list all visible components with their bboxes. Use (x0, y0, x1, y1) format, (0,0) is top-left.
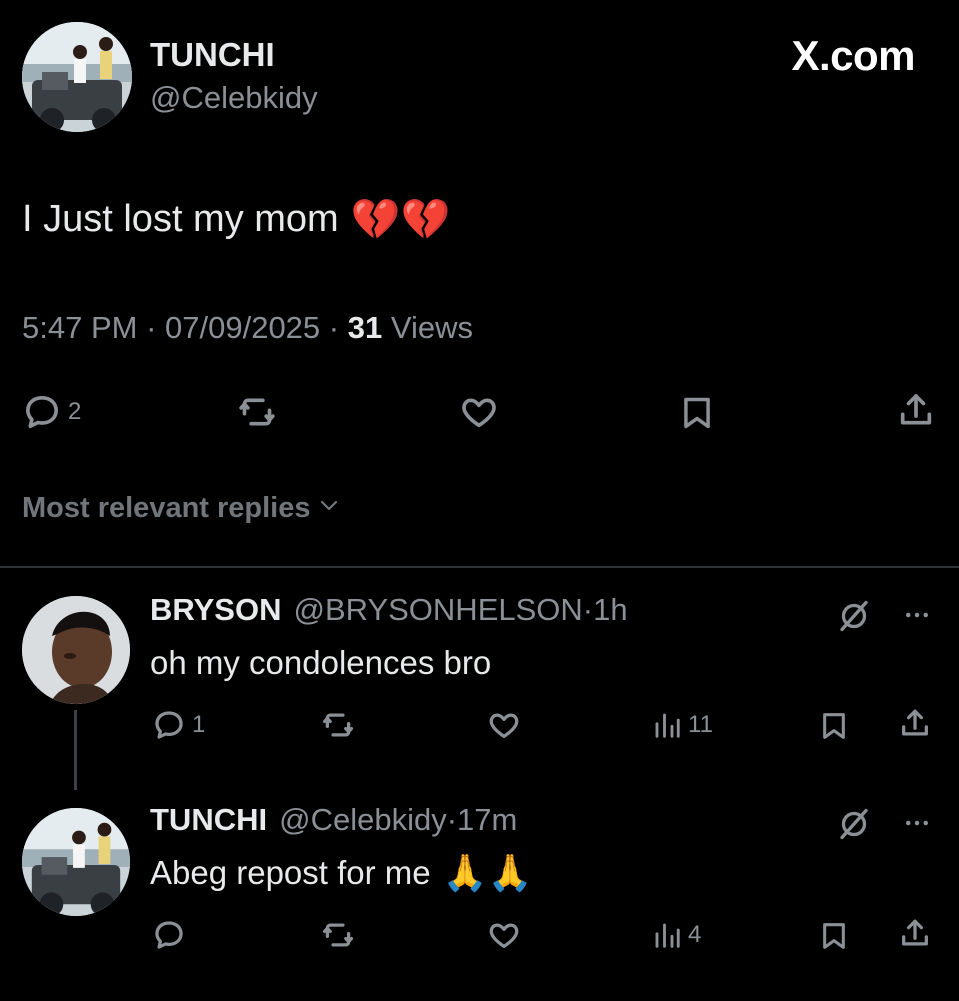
reply-like-button[interactable] (486, 918, 522, 952)
bookmark-icon (818, 708, 850, 744)
reply-button[interactable]: 2 (22, 392, 81, 432)
reply-reply-button[interactable] (152, 918, 186, 952)
retweet-icon (320, 918, 356, 952)
meta-separator: · (137, 310, 166, 345)
praying-hands-emoji: 🙏🙏 (442, 852, 533, 893)
grok-icon[interactable] (836, 598, 872, 639)
retweet-icon (320, 708, 356, 742)
views-label: Views (382, 310, 473, 345)
reply-share-button[interactable] (898, 916, 932, 952)
more-options-icon[interactable] (898, 808, 936, 843)
reply-separator: · (582, 592, 594, 627)
author-avatar[interactable] (22, 22, 132, 132)
retweet-icon (236, 392, 278, 432)
reply-count: 2 (68, 398, 82, 425)
views-count: 11 (688, 711, 713, 738)
share-icon (896, 390, 936, 432)
reply-bookmark-button[interactable] (818, 918, 850, 954)
thread-connector (74, 710, 77, 790)
bookmark-icon (678, 392, 716, 434)
reply-author-name[interactable]: TUNCHI (150, 802, 267, 838)
reply-reply-button[interactable]: 1 (152, 708, 205, 742)
reply-body: Abeg repost for me (150, 854, 431, 891)
reply-views[interactable]: 11 (652, 708, 713, 742)
tweet-date[interactable]: 07/09/2025 (165, 310, 320, 345)
meta-separator: · (320, 310, 348, 345)
tweet-text: I Just lost my mom 💔💔 (22, 196, 450, 243)
reply-author-handle[interactable]: @BRYSONHELSON (293, 592, 582, 628)
reply-time[interactable]: 17m (457, 802, 517, 838)
author-handle[interactable]: @Celebkidy (150, 80, 318, 116)
views-count: 31 (347, 310, 383, 345)
reply-icon (152, 708, 186, 742)
reply-icon (22, 392, 62, 432)
reply-avatar[interactable] (22, 808, 130, 916)
reply-avatar[interactable] (22, 596, 130, 704)
grok-icon[interactable] (836, 806, 872, 847)
replies-sort-label: Most relevant replies (22, 492, 311, 524)
reply-retweet-button[interactable] (320, 708, 356, 742)
reply-body: oh my condolences bro (150, 644, 492, 681)
share-icon (898, 706, 932, 742)
reply-time[interactable]: 1h (593, 592, 627, 628)
broken-heart-emoji: 💔💔 (350, 198, 451, 242)
reply-retweet-button[interactable] (320, 918, 356, 952)
like-button[interactable] (458, 392, 500, 432)
bookmark-icon (818, 918, 850, 954)
tweet-meta: 5:47 PM · 07/09/2025 · 31 Views (22, 310, 473, 346)
reply-text: Abeg repost for me 🙏🙏 (150, 852, 532, 894)
author-name[interactable]: TUNCHI (150, 36, 275, 74)
reply-author-handle[interactable]: @Celebkidy (279, 802, 447, 838)
views-count: 4 (688, 921, 702, 948)
bookmark-button[interactable] (678, 392, 716, 434)
reply-share-button[interactable] (898, 706, 932, 742)
reply-header: TUNCHI @Celebkidy · 17m (150, 802, 517, 838)
heart-icon (486, 708, 522, 742)
replies-sort-dropdown[interactable]: Most relevant replies (22, 492, 341, 525)
share-icon (898, 916, 932, 952)
reply-icon (152, 918, 186, 952)
reply-separator: · (446, 802, 458, 837)
retweet-button[interactable] (236, 392, 278, 432)
analytics-icon (652, 918, 682, 952)
reply-author-name[interactable]: BRYSON (150, 592, 281, 628)
share-button[interactable] (896, 390, 936, 432)
x-watermark: X.com (791, 32, 915, 79)
analytics-icon (652, 708, 682, 742)
more-options-icon[interactable] (898, 600, 936, 635)
reply-bookmark-button[interactable] (818, 708, 850, 744)
tweet-body: I Just lost my mom (22, 198, 339, 240)
reply-like-button[interactable] (486, 708, 522, 742)
reply-text: oh my condolences bro (150, 644, 491, 682)
chevron-down-icon (317, 492, 341, 525)
reply-views[interactable]: 4 (652, 918, 701, 952)
heart-icon (458, 392, 500, 432)
reply-count: 1 (192, 711, 206, 738)
heart-icon (486, 918, 522, 952)
tweet-time[interactable]: 5:47 PM (22, 310, 137, 345)
reply-header: BRYSON @BRYSONHELSON · 1h (150, 592, 628, 628)
section-divider (0, 566, 959, 568)
